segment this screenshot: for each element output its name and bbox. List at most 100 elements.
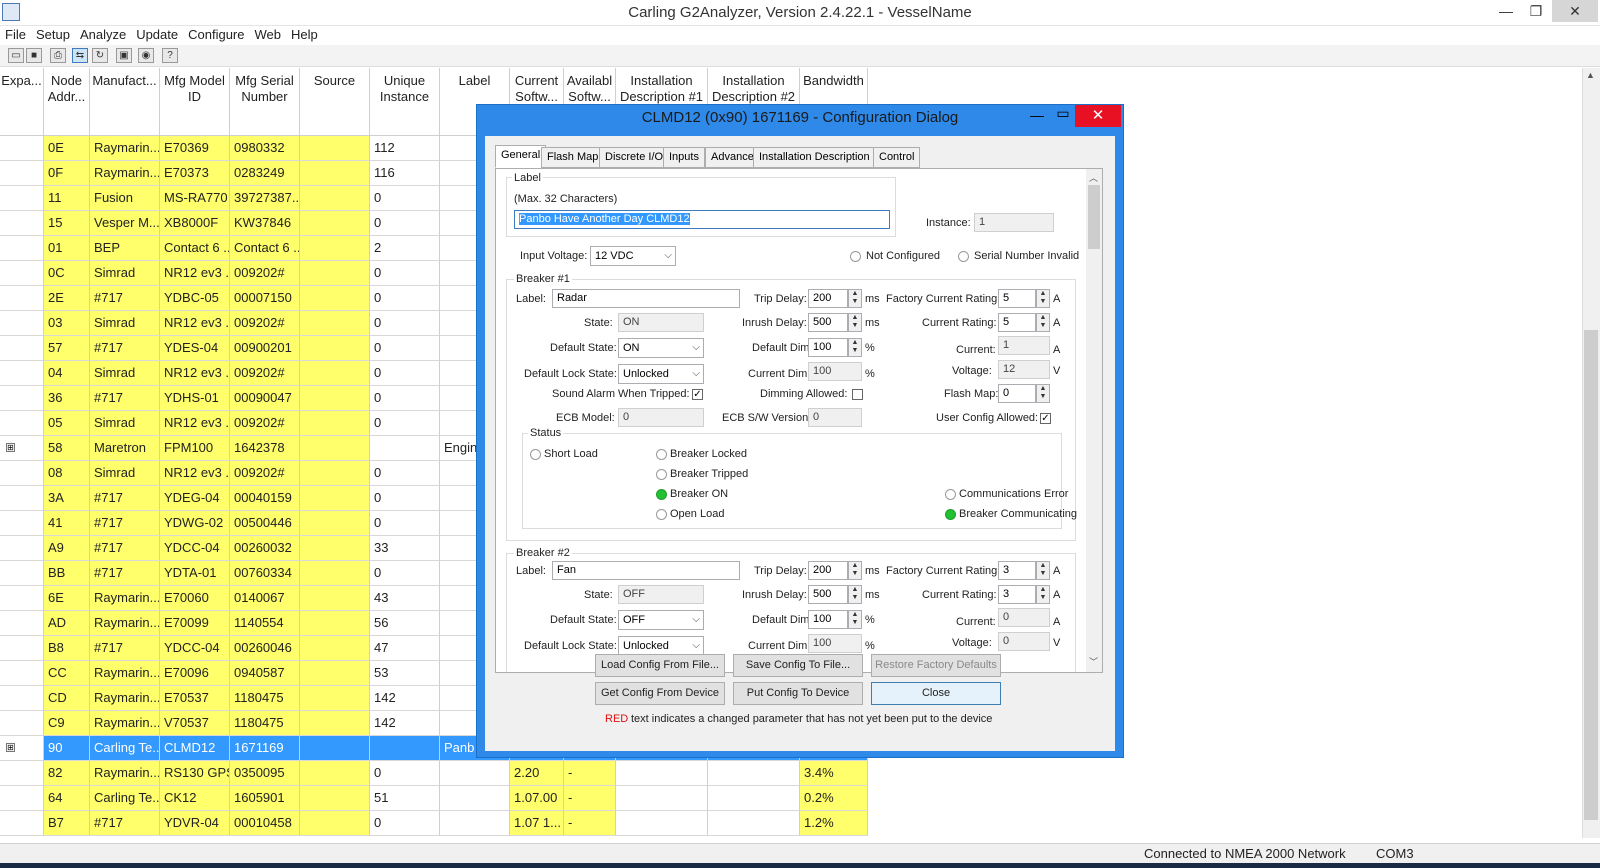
column-header[interactable]: Unique Instance — [370, 68, 440, 136]
table-row[interactable]: 64 Carling Te... CK12 1605901 51 1.07.00- 0.2% — [0, 786, 868, 811]
flash-map-input[interactable]: 0 — [998, 384, 1036, 403]
state-field[interactable]: OFF — [618, 585, 704, 604]
default-dim-spinner[interactable]: ▲ ▼ — [848, 610, 862, 629]
current-rating-input[interactable]: 3 — [998, 585, 1036, 604]
network-icon[interactable]: ⇆ — [72, 48, 88, 63]
default-state-select[interactable]: OFF ⌵ — [618, 610, 704, 630]
table-cell: #717 — [90, 286, 160, 311]
table-row[interactable]: B7 #717 YDVR-04 00010458 0 1.07 1... - 1.2% — [0, 811, 868, 836]
column-header[interactable]: Manufact... — [90, 68, 160, 136]
trip-delay-input[interactable]: 200 — [808, 289, 848, 308]
tab-discrete-i-o[interactable]: Discrete I/O — [599, 147, 670, 168]
flash-map-spinner[interactable]: ▲ ▼ — [1036, 384, 1050, 403]
refresh-icon[interactable]: ↻ — [92, 48, 108, 63]
factory-current-spinner[interactable]: ▲ ▼ — [1036, 561, 1050, 580]
breaker-label-input[interactable]: Fan — [552, 561, 740, 580]
menu-analyze[interactable]: Analyze — [75, 26, 131, 44]
current-rating-spinner[interactable]: ▲ ▼ — [1036, 585, 1050, 604]
trip-delay-input[interactable]: 200 — [808, 561, 848, 580]
maximize-button[interactable]: ❐ — [1520, 0, 1552, 22]
breaker-label-input[interactable]: Radar — [552, 289, 740, 308]
default-dim-input[interactable]: 100 — [808, 610, 848, 629]
open-icon[interactable]: ▭ — [8, 48, 24, 63]
dialog-close-icon[interactable]: ✕ — [1075, 105, 1121, 127]
menu-setup[interactable]: Setup — [31, 26, 75, 44]
minimize-button[interactable]: — — [1490, 0, 1522, 22]
tab-general[interactable]: General — [495, 145, 547, 168]
factory-current-input[interactable]: 3 — [998, 561, 1036, 580]
menu-help[interactable]: Help — [286, 26, 323, 44]
default-lock-state-select[interactable]: Unlocked ⌵ — [618, 636, 704, 656]
input-voltage-select[interactable]: 12 VDC ⌵ — [590, 246, 676, 266]
user-config-checkbox[interactable]: ✓ — [1040, 413, 1051, 424]
close-button[interactable]: ✕ — [1552, 0, 1598, 22]
current-dim-field[interactable]: 100 — [808, 634, 862, 653]
globe-icon[interactable]: ◉ — [138, 48, 154, 63]
current-rating-spinner[interactable]: ▲ ▼ — [1036, 313, 1050, 332]
print-icon[interactable]: ⎙ — [50, 48, 66, 63]
scroll-up-icon[interactable]: ▲ — [1586, 70, 1595, 80]
voltage-field[interactable]: 12 — [998, 360, 1050, 379]
panel-scroll-down-icon[interactable]: ﹀ — [1089, 655, 1098, 668]
table-cell — [300, 586, 370, 611]
device-icon[interactable]: ▣ — [116, 48, 132, 63]
panel-scrollbar[interactable]: ︿ ﹀ — [1086, 169, 1102, 672]
column-header[interactable]: Source — [300, 68, 370, 136]
inrush-delay-spinner[interactable]: ▲ ▼ — [848, 585, 862, 604]
state-field[interactable]: ON — [618, 313, 704, 332]
save-icon[interactable]: ■ — [26, 48, 42, 63]
column-header[interactable]: Node Addr... — [44, 68, 90, 136]
put-config-button[interactable]: Put Config To Device — [733, 682, 863, 705]
open-load-label: Open Load — [670, 508, 725, 520]
menu-configure[interactable]: Configure — [183, 26, 249, 44]
default-dim-input[interactable]: 100 — [808, 338, 848, 357]
dialog-minimize-button[interactable]: — — [1025, 107, 1049, 123]
get-config-button[interactable]: Get Config From Device — [595, 682, 725, 705]
column-header[interactable]: Mfg Serial Number — [230, 68, 300, 136]
current-dim-field[interactable]: 100 — [808, 362, 862, 381]
ecb-model-field[interactable]: 0 — [618, 408, 704, 427]
dimming-allowed-checkbox[interactable] — [852, 389, 863, 400]
panel-scroll-up-icon[interactable]: ︿ — [1089, 171, 1098, 184]
panel-scroll-thumb[interactable] — [1088, 185, 1100, 249]
voltage-field[interactable]: 0 — [998, 632, 1050, 651]
dialog-maximize-button[interactable]: ▭ — [1051, 105, 1075, 122]
dialog-close-button[interactable]: Close — [871, 682, 1001, 705]
column-header[interactable]: Expa... — [0, 68, 44, 136]
factory-current-spinner[interactable]: ▲ ▼ — [1036, 289, 1050, 308]
default-dim-spinner[interactable]: ▲ ▼ — [848, 338, 862, 357]
instance-field[interactable]: 1 — [974, 213, 1054, 232]
label-input[interactable]: Panbo Have Another Day CLMD12 — [514, 210, 890, 229]
factory-current-input[interactable]: 5 — [998, 289, 1036, 308]
trip-delay-spinner[interactable]: ▲ ▼ — [848, 289, 862, 308]
table-cell: CD — [44, 686, 90, 711]
column-header[interactable]: Mfg Model ID — [160, 68, 230, 136]
table-row[interactable]: 82 Raymarin... RS130 GPS 0350095 0 2.20- 3.4% — [0, 761, 868, 786]
default-lock-state-select[interactable]: Unlocked ⌵ — [618, 364, 704, 384]
current-field[interactable]: 0 — [998, 608, 1050, 627]
trip-delay-spinner[interactable]: ▲ ▼ — [848, 561, 862, 580]
inrush-delay-input[interactable]: 500 — [808, 313, 848, 332]
current-field[interactable]: 1 — [998, 336, 1050, 355]
inrush-delay-input[interactable]: 500 — [808, 585, 848, 604]
sound-alarm-checkbox[interactable]: ✓ — [692, 389, 703, 400]
load-config-button[interactable]: Load Config From File... — [595, 654, 725, 677]
expand-icon[interactable]: ⊞ — [6, 743, 15, 752]
help-icon[interactable]: ? — [162, 48, 178, 63]
save-config-button[interactable]: Save Config To File... — [733, 654, 863, 677]
tab-inputs[interactable]: Inputs — [663, 147, 705, 168]
menu-file[interactable]: File — [0, 26, 31, 44]
tab-installation-description[interactable]: Installation Description — [753, 147, 876, 168]
menu-web[interactable]: Web — [249, 26, 286, 44]
expand-icon[interactable]: ⊞ — [6, 443, 15, 452]
default-state-select[interactable]: ON ⌵ — [618, 338, 704, 358]
inrush-delay-spinner[interactable]: ▲ ▼ — [848, 313, 862, 332]
restore-defaults-button[interactable]: Restore Factory Defaults — [871, 654, 1001, 677]
tab-control[interactable]: Control — [873, 147, 921, 168]
grid-scroll-thumb[interactable] — [1584, 330, 1598, 820]
tab-flash-map[interactable]: Flash Map — [541, 147, 605, 168]
ecb-sw-version-field[interactable]: 0 — [808, 408, 862, 427]
short-load-radio — [530, 449, 541, 460]
menu-update[interactable]: Update — [131, 26, 183, 44]
current-rating-input[interactable]: 5 — [998, 313, 1036, 332]
